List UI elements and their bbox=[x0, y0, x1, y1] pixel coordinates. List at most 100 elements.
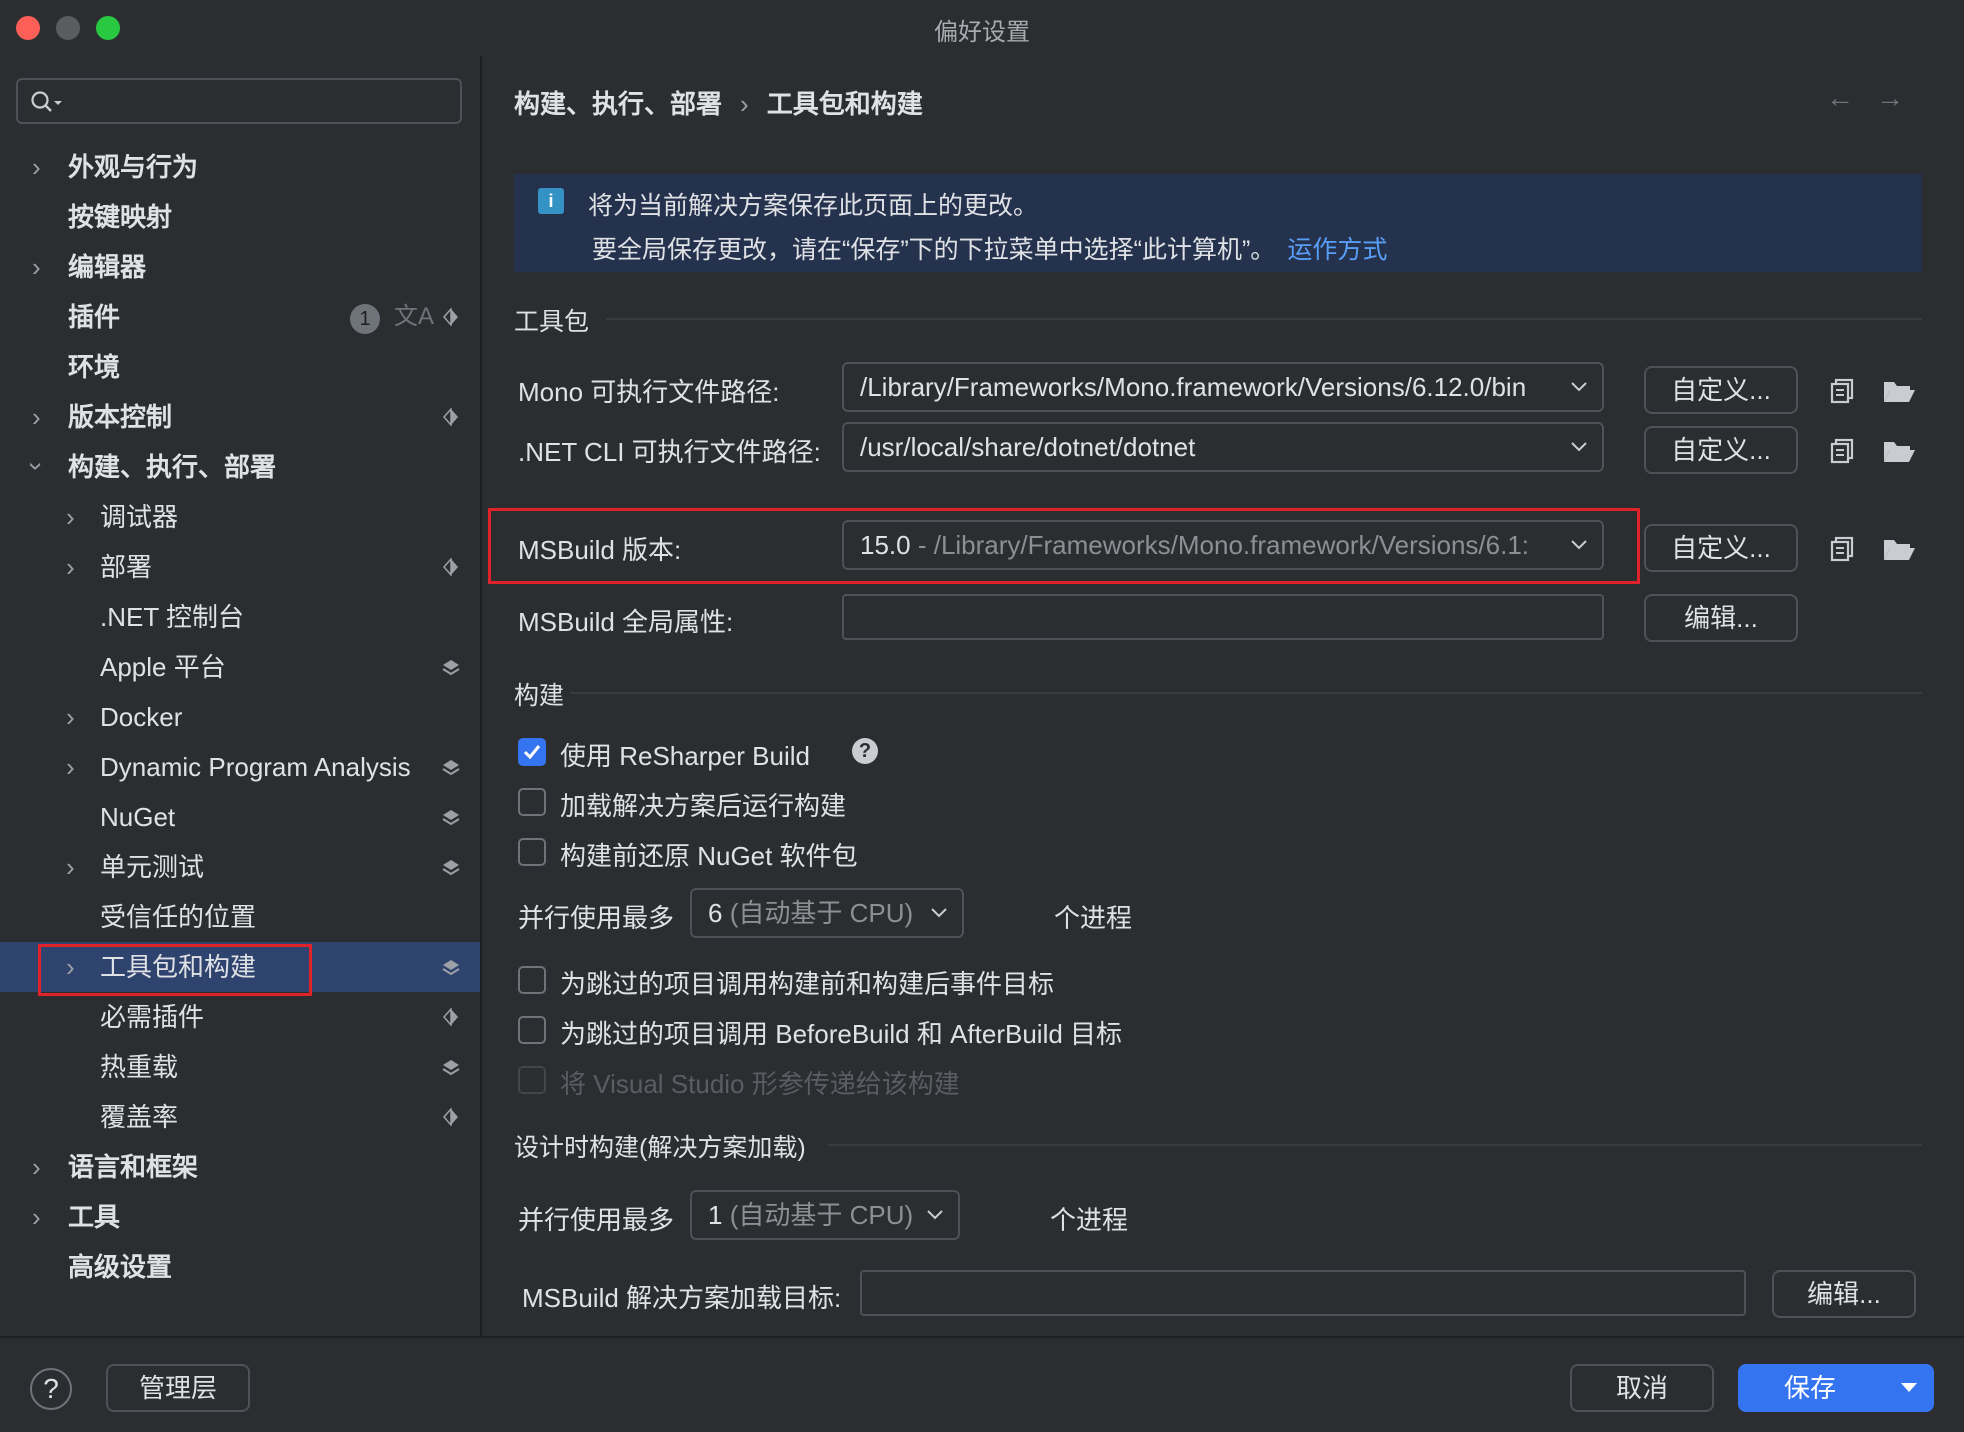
sidebar-item-build-execution-deployment[interactable]: › 构建、执行、部署 bbox=[0, 442, 480, 492]
copy-icon[interactable] bbox=[1828, 376, 1858, 406]
sidebar-item-label: Dynamic Program Analysis bbox=[100, 752, 411, 782]
restore-nuget-label[interactable]: 构建前还原 NuGet 软件包 bbox=[560, 836, 858, 873]
skip-project-targets-label[interactable]: 为跳过的项目调用 BeforeBuild 和 AfterBuild 目标 bbox=[560, 1014, 1122, 1051]
folder-icon[interactable] bbox=[1882, 536, 1916, 562]
msbuild-customize-button[interactable]: 自定义... bbox=[1644, 524, 1798, 572]
how-it-works-link[interactable]: 运作方式 bbox=[1287, 236, 1387, 264]
sidebar-item-required-plugins[interactable]: 必需插件 bbox=[0, 992, 480, 1042]
sidebar-item-editor[interactable]: › 编辑器 bbox=[0, 242, 480, 292]
sidebar-item-label: .NET 控制台 bbox=[100, 602, 244, 632]
msbuild-version-combo[interactable]: 15.0 - /Library/Frameworks/Mono.framewor… bbox=[842, 520, 1604, 570]
mono-path-value: /Library/Frameworks/Mono.framework/Versi… bbox=[860, 372, 1527, 402]
restore-nuget-checkbox[interactable] bbox=[518, 838, 546, 866]
sidebar-item-environment[interactable]: 环境 bbox=[0, 342, 480, 392]
chevron-down-icon: › bbox=[22, 462, 52, 471]
breadcrumb-parent[interactable]: 构建、执行、部署 bbox=[514, 89, 722, 119]
info-line-1: 将为当前解决方案保存此页面上的更改。 bbox=[588, 192, 1039, 220]
highlight-box bbox=[38, 944, 312, 996]
use-resharper-build-label[interactable]: 使用 ReSharper Build bbox=[560, 736, 810, 773]
dotnet-path-combo[interactable]: /usr/local/share/dotnet/dotnet bbox=[842, 422, 1604, 472]
dotnet-customize-button[interactable]: 自定义... bbox=[1644, 426, 1798, 474]
sidebar-item-label: 版本控制 bbox=[68, 402, 173, 432]
info-banner: i 将为当前解决方案保存此页面上的更改。 要全局保存更改，请在“保存”下的下拉菜… bbox=[514, 174, 1922, 272]
save-button[interactable]: 保存 bbox=[1738, 1364, 1934, 1412]
layers-icon bbox=[442, 810, 460, 826]
sidebar-item-label: 部署 bbox=[100, 552, 153, 582]
copy-icon[interactable] bbox=[1828, 534, 1858, 564]
skip-project-targets-checkbox[interactable] bbox=[518, 1016, 546, 1044]
sidebar-item-advanced-settings[interactable]: 高级设置 bbox=[0, 1242, 480, 1292]
sidebar-item-plugins[interactable]: 插件 1 文A bbox=[0, 292, 480, 342]
msbuild-global-props-field[interactable] bbox=[842, 594, 1604, 640]
sidebar-item-label: NuGet bbox=[100, 802, 176, 832]
settings-content: 构建、执行、部署 › 工具包和构建 ←→ i 将为当前解决方案保存此页面上的更改。 … bbox=[482, 56, 1964, 1336]
sidebar-item-label: Apple 平台 bbox=[100, 652, 226, 682]
sidebar-item-appearance[interactable]: › 外观与行为 bbox=[0, 142, 480, 192]
sidebar-item-deployment[interactable]: › 部署 bbox=[0, 542, 480, 592]
breadcrumb-current: 工具包和构建 bbox=[766, 89, 923, 119]
copy-icon[interactable] bbox=[1828, 436, 1858, 466]
chevron-right-icon: › bbox=[66, 552, 75, 582]
run-build-after-load-checkbox[interactable] bbox=[518, 788, 546, 816]
skip-project-events-label[interactable]: 为跳过的项目调用构建前和构建后事件目标 bbox=[560, 964, 1054, 1001]
sidebar-item-unit-testing[interactable]: › 单元测试 bbox=[0, 842, 480, 892]
sidebar-item-nuget[interactable]: NuGet bbox=[0, 792, 480, 842]
folder-icon[interactable] bbox=[1882, 438, 1916, 464]
cancel-button[interactable]: 取消 bbox=[1570, 1364, 1714, 1412]
sidebar-item-label: 构建、执行、部署 bbox=[68, 452, 277, 482]
title-bar: 偏好设置 bbox=[0, 0, 1964, 56]
help-icon[interactable]: ? bbox=[852, 738, 878, 764]
sidebar-item-tools[interactable]: › 工具 bbox=[0, 1192, 480, 1242]
sidebar-item-docker[interactable]: › Docker bbox=[0, 692, 480, 742]
pass-vs-params-label: 将 Visual Studio 形参传递给该构建 bbox=[560, 1069, 960, 1099]
run-build-after-load-label[interactable]: 加载解决方案后运行构建 bbox=[560, 786, 846, 823]
skip-project-events-checkbox[interactable] bbox=[518, 966, 546, 994]
build-section-title: 构建 bbox=[514, 682, 565, 710]
sidebar-item-hot-reload[interactable]: 热重载 bbox=[0, 1042, 480, 1092]
use-resharper-build-checkbox[interactable] bbox=[518, 738, 546, 766]
msbuild-version-path: - /Library/Frameworks/Mono.framework/Ver… bbox=[910, 530, 1530, 560]
chevron-down-icon bbox=[1571, 540, 1587, 550]
settings-sidebar: › 外观与行为 按键映射 › 编辑器 插件 1 文A 环境 › 版本控制 › 构… bbox=[0, 56, 482, 1336]
sidebar-item-keymap[interactable]: 按键映射 bbox=[0, 192, 480, 242]
sidebar-item-apple-platform[interactable]: Apple 平台 bbox=[0, 642, 480, 692]
toolset-section-title: 工具包 bbox=[514, 308, 590, 336]
mono-customize-button[interactable]: 自定义... bbox=[1644, 366, 1798, 414]
sidebar-item-label: 插件 bbox=[68, 302, 121, 332]
caret-down-icon[interactable] bbox=[1900, 1382, 1918, 1394]
forward-arrow-icon[interactable]: → bbox=[1876, 82, 1926, 113]
sidebar-item-label: 高级设置 bbox=[68, 1252, 173, 1282]
save-button-label: 保存 bbox=[1784, 1373, 1837, 1403]
sidebar-item-languages-frameworks[interactable]: › 语言和框架 bbox=[0, 1142, 480, 1192]
chevron-right-icon: › bbox=[66, 852, 75, 882]
project-level-icon bbox=[443, 558, 458, 576]
back-arrow-icon[interactable]: ← bbox=[1826, 82, 1876, 113]
dotnet-path-label: .NET CLI 可执行文件路径: bbox=[518, 437, 821, 467]
help-button[interactable]: ? bbox=[30, 1368, 72, 1410]
sidebar-item-dotnet-console[interactable]: .NET 控制台 bbox=[0, 592, 480, 642]
msbuild-version-value: 15.0 bbox=[860, 530, 911, 560]
sidebar-item-label: 受信任的位置 bbox=[100, 902, 257, 932]
sidebar-item-label: 环境 bbox=[68, 352, 121, 382]
sidebar-item-coverage[interactable]: 覆盖率 bbox=[0, 1092, 480, 1142]
sidebar-item-debugger[interactable]: › 调试器 bbox=[0, 492, 480, 542]
mono-path-combo[interactable]: /Library/Frameworks/Mono.framework/Versi… bbox=[842, 362, 1604, 412]
layers-icon bbox=[442, 960, 460, 976]
sidebar-item-label: 单元测试 bbox=[100, 852, 205, 882]
folder-icon[interactable] bbox=[1882, 378, 1916, 404]
sidebar-item-trusted-locations[interactable]: 受信任的位置 bbox=[0, 892, 480, 942]
manage-layers-button[interactable]: 管理层 bbox=[106, 1364, 250, 1412]
load-targets-edit-button[interactable]: 编辑... bbox=[1772, 1270, 1916, 1318]
breadcrumb: 构建、执行、部署 › 工具包和构建 bbox=[514, 84, 923, 121]
breadcrumb-separator-icon: › bbox=[740, 89, 749, 119]
solution-load-targets-field[interactable] bbox=[860, 1270, 1746, 1316]
layers-icon bbox=[442, 660, 460, 676]
parallel-process-combo[interactable]: 6 (自动基于 CPU) bbox=[690, 888, 964, 938]
design-parallel-process-combo[interactable]: 1 (自动基于 CPU) bbox=[690, 1190, 960, 1240]
chevron-right-icon: › bbox=[66, 702, 75, 732]
sidebar-item-version-control[interactable]: › 版本控制 bbox=[0, 392, 480, 442]
search-input[interactable] bbox=[16, 78, 462, 124]
chevron-down-icon bbox=[931, 908, 947, 918]
sidebar-item-dynamic-program-analysis[interactable]: › Dynamic Program Analysis bbox=[0, 742, 480, 792]
global-props-edit-button[interactable]: 编辑... bbox=[1644, 594, 1798, 642]
